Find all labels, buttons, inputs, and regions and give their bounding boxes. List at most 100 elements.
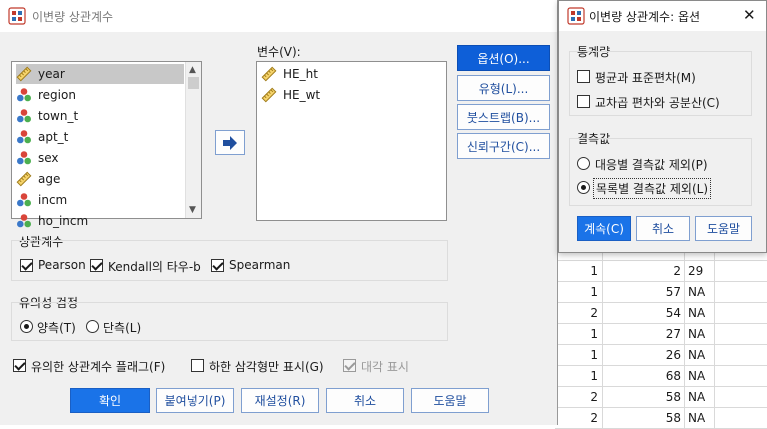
show-diagonal-checkbox[interactable]: [343, 359, 356, 372]
bootstrap-button[interactable]: 붓스트랩(B)...: [457, 104, 550, 130]
grid-row: 1 2 29: [555, 261, 767, 282]
grid-row: 2 54 NA: [555, 303, 767, 324]
grid-cell[interactable]: 1: [555, 324, 603, 345]
kendall-checkbox[interactable]: [90, 259, 103, 272]
grid-cell[interactable]: NA: [685, 366, 715, 387]
grid-cell[interactable]: 58: [603, 387, 685, 408]
source-variable-list[interactable]: year region town_t apt_t sex age incm ho_incm ▲ ▼: [11, 61, 202, 228]
grid-cell[interactable]: 29: [685, 261, 715, 282]
grid-row: 1 27 NA: [555, 324, 767, 345]
mean-sd-checkbox[interactable]: [577, 70, 590, 83]
spearman-label: Spearman: [229, 258, 291, 272]
variable-item-HE-wt[interactable]: HE_wt: [261, 85, 441, 105]
spss-app-icon: [567, 7, 585, 25]
style-button[interactable]: 유형(L)...: [457, 75, 550, 101]
grid-cell[interactable]: NA: [685, 282, 715, 303]
arrow-right-icon: [223, 135, 237, 150]
cross-product-checkbox[interactable]: [577, 95, 590, 108]
variable-name: HE_ht: [283, 67, 318, 81]
grid-cell[interactable]: 2: [603, 261, 685, 282]
listwise-radio[interactable]: [577, 181, 590, 194]
scroll-down-icon[interactable]: ▼: [189, 205, 196, 215]
paste-button[interactable]: 붙여넣기(P): [156, 388, 234, 413]
variable-item-year[interactable]: year: [16, 64, 184, 84]
lower-triangle-checkbox[interactable]: [191, 359, 204, 372]
ok-button[interactable]: 확인: [70, 388, 150, 413]
grid-cell[interactable]: NA: [685, 408, 715, 429]
grid-cell[interactable]: 58: [603, 408, 685, 429]
grid-cell[interactable]: 2: [555, 303, 603, 324]
move-right-button[interactable]: [215, 130, 245, 155]
grid-cell[interactable]: 1: [555, 366, 603, 387]
flag-significant-checkbox[interactable]: [13, 359, 26, 372]
grid-row: 1 26 NA: [555, 345, 767, 366]
variable-name: HE_wt: [283, 88, 321, 102]
grid-row: 1 57 NA: [555, 282, 767, 303]
grid-cell[interactable]: 1: [555, 282, 603, 303]
one-tailed-label: 단측(L): [103, 321, 142, 335]
grid-cell[interactable]: NA: [685, 345, 715, 366]
variable-item-ho-incm[interactable]: ho_incm: [16, 211, 184, 231]
variable-item-age[interactable]: age: [16, 169, 184, 189]
mean-sd-label: 평균과 표준편차(M): [595, 71, 696, 85]
spss-app-icon: [8, 7, 26, 25]
grid-cell[interactable]: NA: [685, 324, 715, 345]
close-icon[interactable]: ✕: [743, 6, 756, 24]
grid-cell[interactable]: 1: [555, 261, 603, 282]
variable-item-region[interactable]: region: [16, 85, 184, 105]
grid-cell[interactable]: 2: [555, 408, 603, 429]
scroll-up-icon[interactable]: ▲: [189, 65, 196, 75]
variable-name: sex: [38, 151, 59, 165]
two-tailed-label: 양측(T): [37, 321, 76, 335]
target-variable-list[interactable]: HE_ht HE_wt: [256, 61, 447, 221]
options-cancel-button[interactable]: 취소: [636, 216, 690, 241]
show-diagonal-label: 대각 표시: [361, 360, 409, 374]
grid-cell[interactable]: NA: [685, 303, 715, 324]
grid-cell[interactable]: 1: [555, 345, 603, 366]
variable-item-town-t[interactable]: town_t: [16, 106, 184, 126]
source-list-scrollbar[interactable]: ▲ ▼: [185, 62, 201, 218]
grid-cell[interactable]: 68: [603, 366, 685, 387]
variable-item-incm[interactable]: incm: [16, 190, 184, 210]
significance-group: [11, 302, 448, 341]
grid-cell[interactable]: 26: [603, 345, 685, 366]
grid-cell[interactable]: 27: [603, 324, 685, 345]
lower-triangle-label: 하한 삼각형만 표시(G): [209, 360, 324, 374]
help-button[interactable]: 도움말: [411, 388, 489, 413]
confidence-interval-button[interactable]: 신뢰구간(C)...: [457, 133, 550, 159]
data-grid: 1 2 29 1 57 NA 2 54 NA 1 27 NA 1 26 NA 1 68 NA 2 58 NA 2 58 NA: [555, 240, 767, 429]
nominal-variable-icon: [17, 214, 31, 228]
spearman-checkbox[interactable]: [211, 259, 224, 272]
options-title: 이변량 상관계수: 옵션: [589, 10, 701, 24]
options-title-bar: 이변량 상관계수: 옵션 ✕: [559, 1, 766, 31]
variable-item-HE-ht[interactable]: HE_ht: [261, 64, 441, 84]
variable-item-apt-t[interactable]: apt_t: [16, 127, 184, 147]
grid-row: 1 68 NA: [555, 366, 767, 387]
scale-variable-icon: [261, 66, 277, 82]
variable-name: region: [38, 88, 76, 102]
grid-cell[interactable]: 57: [603, 282, 685, 303]
cancel-button[interactable]: 취소: [326, 388, 404, 413]
options-help-button[interactable]: 도움말: [695, 216, 752, 241]
pairwise-radio[interactable]: [577, 157, 590, 170]
cross-product-label: 교차곱 편차와 공분산(C): [595, 96, 720, 110]
nominal-variable-icon: [17, 193, 31, 207]
nominal-variable-icon: [17, 88, 31, 102]
grid-cell[interactable]: NA: [685, 387, 715, 408]
nominal-variable-icon: [17, 109, 31, 123]
variable-name: year: [38, 67, 65, 81]
reset-button[interactable]: 재설정(R): [241, 388, 319, 413]
main-title-bar: 이변량 상관계수: [0, 0, 557, 32]
options-button[interactable]: 옵션(O)...: [457, 45, 550, 71]
pearson-label: Pearson: [38, 258, 86, 272]
continue-button[interactable]: 계속(C): [577, 216, 631, 241]
grid-row: 2 58 NA: [555, 408, 767, 429]
pearson-checkbox[interactable]: [20, 259, 33, 272]
grid-cell[interactable]: 2: [555, 387, 603, 408]
scroll-thumb[interactable]: [188, 77, 199, 89]
two-tailed-radio[interactable]: [20, 320, 33, 333]
one-tailed-radio[interactable]: [86, 320, 99, 333]
scale-variable-icon: [16, 171, 32, 187]
variable-item-sex[interactable]: sex: [16, 148, 184, 168]
grid-cell[interactable]: 54: [603, 303, 685, 324]
